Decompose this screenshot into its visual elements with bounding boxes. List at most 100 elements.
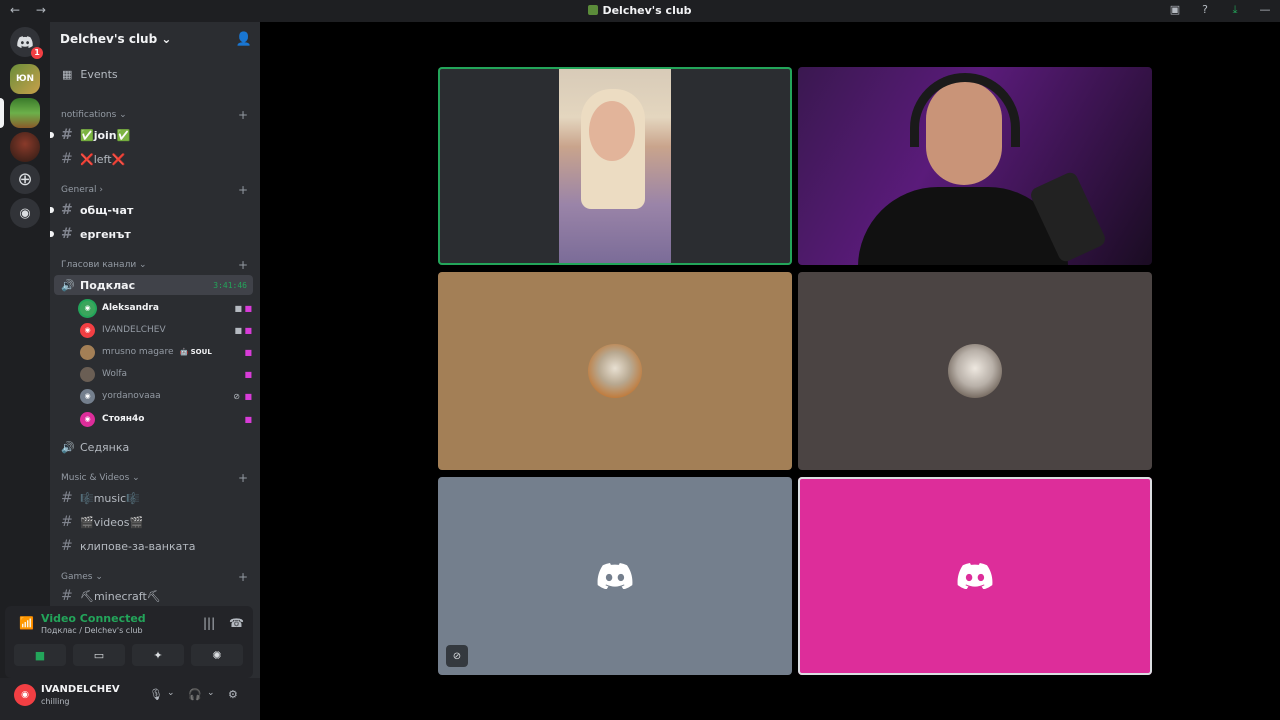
discord-icon	[597, 563, 633, 589]
channel-label: ❌left❌	[80, 152, 126, 166]
voice-channel-sedyanka[interactable]: 🔊 Седянка	[50, 437, 260, 457]
screen-share-button[interactable]: ▭	[73, 644, 125, 666]
channel-join[interactable]: # ✅join✅	[50, 125, 260, 145]
channel-music[interactable]: # 🎼music🎼	[50, 488, 260, 508]
soundboard-button[interactable]: ✺	[191, 644, 243, 666]
video-tile-aleksandra[interactable]	[438, 67, 792, 265]
category-notifications[interactable]: notifications ⌄ +	[50, 108, 260, 122]
channel-ergenat[interactable]: # ергенът	[50, 224, 260, 244]
channel-obsht-chat[interactable]: # общ-чат	[50, 200, 260, 220]
user-panel: ◉ IVANDELCHEV chilling 🎙 ⌄ 🎧 ⌄ ⚙	[0, 678, 260, 720]
events-item[interactable]: ▦ Events	[50, 68, 260, 81]
participant-tile-wolfa[interactable]	[798, 272, 1152, 470]
channel-label: клипове-за-ванката	[80, 539, 196, 553]
activity-icon: ■	[244, 391, 252, 401]
selected-server-pill	[0, 98, 4, 128]
video-tile-ivandelchev[interactable]	[798, 67, 1152, 265]
window-title-text: Delchev's club	[602, 4, 692, 17]
voice-user[interactable]: Wolfa ■	[50, 364, 260, 384]
add-channel-icon[interactable]: +	[238, 570, 248, 584]
headphones-icon[interactable]: 🎧	[188, 688, 202, 701]
voice-user-name: mrusno magare	[102, 347, 174, 357]
voice-user[interactable]: ◉ Aleksandra ■ ■	[50, 298, 260, 318]
chevron-down-icon[interactable]: ⌄	[207, 688, 215, 698]
mic-muted-icon: ⊘	[233, 391, 240, 401]
channel-klipove[interactable]: # клипове-за-ванката	[50, 536, 260, 556]
category-voice[interactable]: Гласови канали ⌄ +	[50, 258, 260, 272]
server-icon-1[interactable]: ЮN	[10, 64, 40, 94]
minimize-icon[interactable]: —	[1258, 3, 1272, 17]
add-server-icon[interactable]: ⊕	[10, 164, 40, 194]
help-icon[interactable]: ?	[1198, 3, 1212, 17]
home-button[interactable]: 1	[10, 27, 43, 59]
soundboard-icon: ✺	[212, 648, 222, 662]
screen-share-icon: ▭	[93, 648, 105, 662]
download-icon[interactable]: ⤓	[1228, 3, 1242, 17]
hash-icon: #	[61, 538, 73, 554]
voice-channel-path[interactable]: Подклас / Delchev's club	[41, 626, 143, 635]
add-channel-icon[interactable]: +	[238, 471, 248, 485]
channel-left[interactable]: # ❌left❌	[50, 149, 260, 169]
voice-channel-label: Седянка	[80, 440, 130, 454]
activities-button[interactable]: ✦	[132, 644, 184, 666]
server-icon-3[interactable]	[10, 132, 40, 162]
add-channel-icon[interactable]: +	[238, 183, 248, 197]
activity-icon: ■	[244, 369, 252, 379]
user-avatar[interactable]: ◉	[14, 684, 36, 706]
add-channel-icon[interactable]: +	[238, 108, 248, 122]
voice-channel-podklas[interactable]: 🔊 Подклас 3:41:46	[54, 275, 253, 295]
server-icon-delchevs-club[interactable]	[10, 98, 40, 128]
server-name: Delchev's club ⌄	[60, 32, 172, 46]
server-header[interactable]: Delchev's club ⌄ 👤	[50, 22, 260, 56]
channel-minecraft[interactable]: # ⛏minecraft⛏	[50, 586, 260, 606]
voice-user[interactable]: ◉ IVANDELCHEV ■ ■	[50, 320, 260, 340]
participant-tile-mrusno-magare[interactable]	[438, 272, 792, 470]
participant-tile-stoyan4o[interactable]	[798, 477, 1152, 675]
activity-icon: ■	[244, 325, 252, 335]
voice-user[interactable]: mrusno magare 🤖 SOUL ■	[50, 342, 260, 362]
discord-icon	[957, 563, 993, 589]
voice-connection-panel: 📶 Video Connected Подклас / Delchev's cl…	[5, 606, 253, 678]
voice-user[interactable]: ◉ Стоян4о ■	[50, 409, 260, 429]
settings-icon[interactable]: ⚙	[228, 688, 238, 701]
channel-videos[interactable]: # 🎬videos🎬	[50, 512, 260, 532]
invite-icon[interactable]: 👤	[236, 32, 252, 47]
avatar	[80, 366, 95, 382]
category-label: Гласови канали ⌄	[61, 260, 147, 270]
hash-icon: #	[61, 127, 73, 143]
avatar: ◉	[80, 411, 95, 427]
hash-icon: #	[61, 490, 73, 506]
voice-status[interactable]: Video Connected	[41, 612, 146, 625]
voice-user-name: Wolfa	[102, 369, 128, 379]
speaker-icon: 🔊	[61, 440, 75, 454]
chevron-down-icon[interactable]: ⌄	[167, 688, 175, 698]
disconnect-icon[interactable]: ☎	[229, 616, 244, 630]
inbox-icon[interactable]: ▣	[1168, 3, 1182, 17]
voice-user[interactable]: ◉ yordanovaaa ⊘ ■	[50, 386, 260, 406]
hash-icon: #	[61, 588, 73, 604]
participant-tile-yordanovaaa[interactable]: ⊘	[438, 477, 792, 675]
user-tag: 🤖 SOUL	[179, 348, 212, 356]
category-games[interactable]: Games ⌄ +	[50, 570, 260, 584]
microphone-icon[interactable]: 🎙	[149, 688, 163, 701]
noise-suppression-icon[interactable]: |||	[203, 616, 215, 630]
camera-icon: ■	[234, 325, 242, 335]
voice-user-name: Стоян4о	[102, 414, 145, 424]
category-label: Music & Videos ⌄	[61, 473, 140, 483]
add-channel-icon[interactable]: +	[238, 258, 248, 272]
explore-icon[interactable]: ◉	[10, 198, 40, 228]
server-icon	[588, 5, 599, 15]
channel-label: ергенът	[80, 227, 131, 241]
category-general[interactable]: General › +	[50, 183, 260, 197]
mic-muted-icon: ⊘	[446, 645, 468, 667]
camera-button[interactable]: ■	[14, 644, 66, 666]
username[interactable]: IVANDELCHEV	[41, 684, 120, 695]
avatar	[588, 344, 642, 398]
discord-icon	[17, 36, 33, 48]
window-title: Delchev's club	[0, 4, 1280, 17]
avatar	[80, 344, 95, 360]
category-music[interactable]: Music & Videos ⌄ +	[50, 471, 260, 485]
title-bar: ← → Delchev's club ▣ ? ⤓ —	[0, 0, 1280, 22]
category-label: General ›	[61, 185, 103, 195]
activity-icon: ■	[244, 303, 252, 313]
